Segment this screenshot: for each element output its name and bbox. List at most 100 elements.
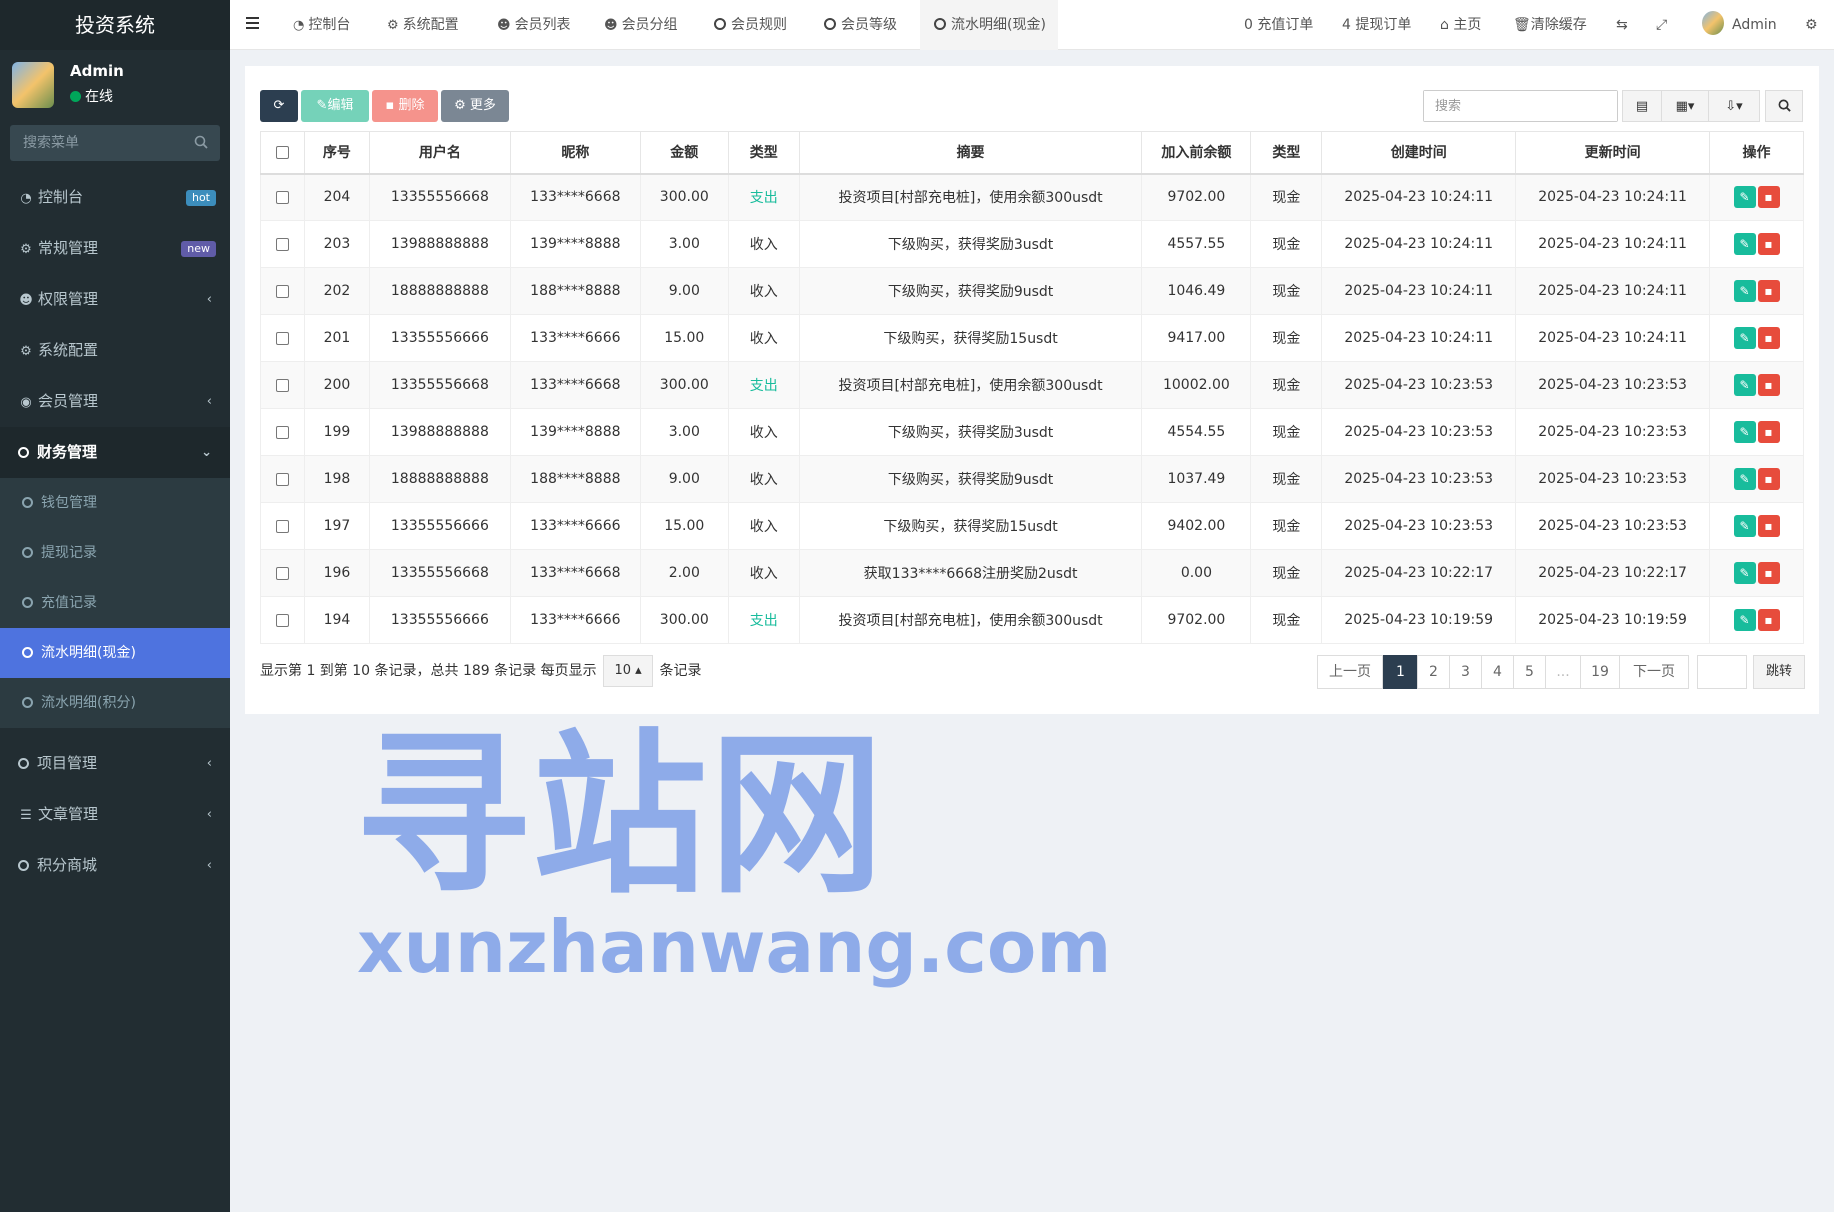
tab-member-groups[interactable]: ☻ 会员分组 [604, 0, 678, 50]
page-button[interactable]: 3 [1449, 655, 1482, 689]
home-link[interactable]: ⌂ 主页 [1440, 0, 1481, 50]
select-all-checkbox[interactable] [275, 145, 289, 159]
recharge-orders-link[interactable]: 0 充值订单 [1244, 0, 1313, 50]
sidebar-item-cash-flow[interactable]: 流水明细(现金) [0, 628, 230, 678]
row-delete-button[interactable]: ▪ [1757, 327, 1780, 349]
table-row[interactable]: 199 13988888888 139****8888 3.00 收入 下级购买，获得奖励… [260, 408, 1804, 456]
row-edit-button[interactable]: ✎ [1733, 421, 1756, 443]
row-edit-button[interactable]: ✎ [1733, 468, 1756, 490]
row-delete-button[interactable]: ▪ [1757, 421, 1780, 443]
table-row[interactable]: 204 13355556668 133****6668 300.00 支出 投资项目[村部… [260, 173, 1804, 221]
row-checkbox[interactable] [275, 425, 289, 439]
row-edit-button[interactable]: ✎ [1733, 562, 1756, 584]
row-edit-button[interactable]: ✎ [1733, 515, 1756, 537]
export-button[interactable]: ⇩▾ [1708, 90, 1760, 122]
column-header[interactable]: 加入前余额 [1141, 131, 1252, 175]
next-page-button[interactable]: 下一页 [1619, 655, 1689, 689]
sidebar-item-wallet[interactable]: 钱包管理 [0, 478, 230, 528]
page-button[interactable]: 4 [1481, 655, 1514, 689]
fullscreen-icon[interactable]: ⤢ [1656, 0, 1667, 50]
column-header[interactable]: 类型 [727, 131, 800, 175]
row-checkbox[interactable] [275, 190, 289, 204]
row-edit-button[interactable]: ✎ [1733, 233, 1756, 255]
tab-member-list[interactable]: ☻ 会员列表 [497, 0, 571, 50]
row-delete-button[interactable]: ▪ [1757, 233, 1780, 255]
table-row[interactable]: 196 13355556668 133****6668 2.00 收入 获取133****… [260, 549, 1804, 597]
sidebar-item-permissions[interactable]: ☻ 权限管理 ‹ [0, 274, 230, 325]
jump-page-input[interactable] [1697, 655, 1747, 689]
column-header[interactable]: 类型 [1250, 131, 1323, 175]
page-size-select[interactable]: 10 ▴ [603, 655, 654, 687]
column-header[interactable]: 创建时间 [1321, 131, 1517, 175]
jump-button[interactable]: 跳转 [1753, 655, 1805, 689]
row-checkbox[interactable] [275, 519, 289, 533]
row-checkbox[interactable] [275, 378, 289, 392]
refresh-button[interactable]: ⟳ [260, 90, 298, 122]
sidebar-item-system-config[interactable]: ⚙ 系统配置 [0, 325, 230, 376]
page-button[interactable]: 2 [1417, 655, 1450, 689]
row-delete-button[interactable]: ▪ [1757, 609, 1780, 631]
column-header[interactable]: 昵称 [509, 131, 641, 175]
sidebar-item-points-flow[interactable]: 流水明细(积分) [0, 678, 230, 728]
sidebar-search-input[interactable] [10, 125, 220, 161]
table-search-input[interactable] [1424, 91, 1617, 121]
tab-member-rules[interactable]: 会员规则 [714, 0, 787, 50]
row-checkbox[interactable] [275, 566, 289, 580]
row-edit-button[interactable]: ✎ [1733, 280, 1756, 302]
row-delete-button[interactable]: ▪ [1757, 186, 1780, 209]
clear-cache-button[interactable]: 🗑清除缓存 [1513, 0, 1587, 50]
prev-page-button[interactable]: 上一页 [1317, 655, 1383, 689]
settings-icon[interactable]: ⚙ [1805, 0, 1818, 50]
row-edit-button[interactable]: ✎ [1733, 327, 1756, 349]
menu-toggle-icon[interactable] [246, 16, 260, 30]
translate-icon[interactable]: ⇆ [1616, 0, 1628, 50]
row-edit-button[interactable]: ✎ [1733, 609, 1756, 631]
table-row[interactable]: 200 13355556668 133****6668 300.00 支出 投资项目[村部… [260, 361, 1804, 409]
table-row[interactable]: 201 13355556666 133****6666 15.00 收入 下级购买，获得奖… [260, 314, 1804, 362]
tab-system-config[interactable]: ⚙ 系统配置 [387, 0, 459, 50]
user-menu[interactable]: Admin [1702, 0, 1777, 50]
column-header[interactable]: 摘要 [798, 131, 1143, 175]
table-row[interactable]: 194 13355556666 133****6666 300.00 支出 投资项目[村部… [260, 596, 1804, 644]
row-delete-button[interactable]: ▪ [1757, 280, 1780, 302]
tab-dashboard[interactable]: ◔ 控制台 [293, 0, 350, 50]
column-header[interactable]: 金额 [639, 131, 729, 175]
sidebar-item-withdrawals[interactable]: 提现记录 [0, 528, 230, 578]
table-row[interactable]: 198 18888888888 188****8888 9.00 收入 下级购买，获得奖励… [260, 455, 1804, 503]
tab-member-levels[interactable]: 会员等级 [824, 0, 897, 50]
row-delete-button[interactable]: ▪ [1757, 562, 1780, 584]
row-edit-button[interactable]: ✎ [1733, 186, 1756, 209]
page-button[interactable]: 5 [1513, 655, 1546, 689]
row-delete-button[interactable]: ▪ [1757, 515, 1780, 537]
toggle-view-button[interactable]: ▤ [1622, 90, 1662, 122]
sidebar-item-finance[interactable]: 财务管理 ⌄ [0, 427, 230, 478]
columns-button[interactable]: ▦▾ [1661, 90, 1709, 122]
sidebar-item-projects[interactable]: 项目管理 ‹ [0, 738, 230, 789]
table-row[interactable]: 197 13355556666 133****6666 15.00 收入 下级购买，获得奖… [260, 502, 1804, 550]
sidebar-item-dashboard[interactable]: ◔ 控制台 hot [0, 172, 230, 223]
column-header[interactable]: 更新时间 [1515, 131, 1710, 175]
row-edit-button[interactable]: ✎ [1733, 374, 1756, 396]
tab-cash-flow[interactable]: 流水明细(现金) [920, 0, 1058, 50]
sidebar-item-members[interactable]: ◉ 会员管理 ‹ [0, 376, 230, 427]
row-checkbox[interactable] [275, 613, 289, 627]
sidebar-item-points-mall[interactable]: 积分商城 ‹ [0, 840, 230, 891]
row-checkbox[interactable] [275, 331, 289, 345]
column-header[interactable]: 用户名 [368, 131, 511, 175]
sidebar-item-articles[interactable]: ☰ 文章管理 ‹ [0, 789, 230, 840]
sidebar-item-general[interactable]: ⚙ 常规管理 new [0, 223, 230, 274]
row-delete-button[interactable]: ▪ [1757, 468, 1780, 490]
search-toggle-button[interactable] [1765, 90, 1803, 122]
page-button[interactable]: 1 [1383, 655, 1418, 689]
row-delete-button[interactable]: ▪ [1757, 374, 1780, 396]
row-checkbox[interactable] [275, 472, 289, 486]
withdraw-orders-link[interactable]: 4 提现订单 [1342, 0, 1411, 50]
app-logo[interactable]: 投资系统 [0, 0, 230, 50]
column-header[interactable]: 序号 [303, 131, 370, 175]
delete-button[interactable]: ▪ 删除 [372, 90, 438, 122]
page-button[interactable]: 19 [1580, 655, 1620, 689]
table-row[interactable]: 202 18888888888 188****8888 9.00 收入 下级购买，获得奖励… [260, 267, 1804, 315]
sidebar-item-recharges[interactable]: 充值记录 [0, 578, 230, 628]
more-button[interactable]: ⚙ 更多 [441, 90, 509, 122]
search-icon[interactable] [194, 135, 208, 149]
